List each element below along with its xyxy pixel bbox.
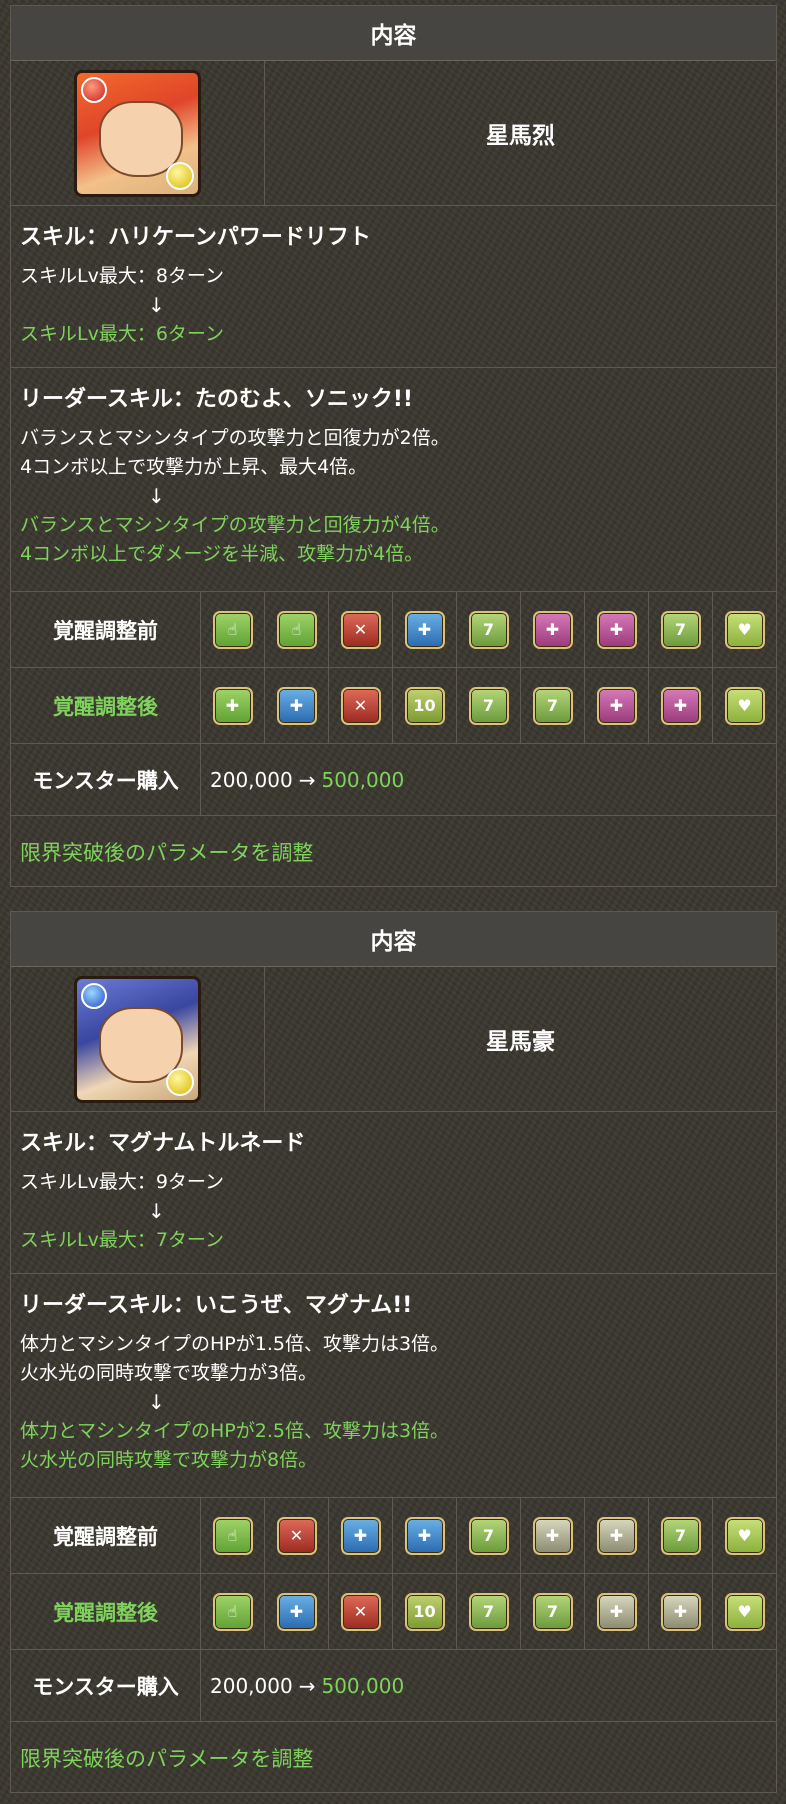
seven-combo-icon: 7 [468,610,509,649]
skill-after: スキルLv最大：7ターン [20,1229,224,1251]
change-arrow: ↓ [148,484,165,508]
monster-name: 星馬烈 [486,123,555,149]
awaken-after-label: 覚醒調整後 [11,1574,201,1649]
monster-card: 内容 星馬烈 スキル：ハリケーンパワードリフト スキルLv最大：8ターン ↓ ス… [10,5,777,887]
card-header: 内容 [11,6,776,61]
seven-combo-icon: 7 [660,1516,701,1555]
card-header: 内容 [11,912,776,967]
monster-card: 内容 星馬豪 スキル：マグナムトルネード スキルLv最大：9ターン ↓ スキルL… [10,911,777,1793]
leader-skill-section: リーダースキル：いこうぜ、マグナム!! 体力とマシンタイプのHPが1.5倍、攻撃… [11,1274,776,1498]
buy-before: 200,000 [210,767,293,792]
skill-boost-icon: ☝ [212,1592,253,1631]
ten-combo-icon: 10 [404,686,445,725]
leader-before-line: 火水光の同時攻撃で攻撃力が3倍。 [20,1362,318,1384]
monster-name: 星馬豪 [486,1029,555,1055]
limit-break-note: 限界突破後のパラメータを調整 [20,841,314,865]
buy-before: 200,000 [210,1673,293,1698]
monster-buy-row: モンスター購入 200,000 → 500,000 [11,744,776,816]
change-arrow: ↓ [148,1199,165,1223]
light-attribute-icon [166,1067,194,1096]
team-skill-boost-icon: ✚ [596,610,637,649]
leader-skill-title: リーダースキル：たのむよ、ソニック!! [20,387,413,412]
awaken-before-row: 覚醒調整前 ☝ ✕ ✚ ✚ 7 ✚ ✚ 7 ♥ [11,1498,776,1574]
team-skill-boost-icon: ✚ [532,610,573,649]
seven-combo-icon: 7 [468,1592,509,1631]
team-skill-boost-icon: ✚ [596,686,637,725]
change-arrow: ↓ [148,1390,165,1414]
leader-after-line: 4コンボ以上でダメージを半減、攻撃力が4倍。 [20,543,424,565]
bind-resist-icon: ✕ [276,1516,317,1555]
skill-boost-plus-icon: ✚ [212,686,253,725]
monster-avatar[interactable] [74,69,201,197]
seven-combo-icon: 7 [660,610,701,649]
seven-combo-icon: 7 [532,1592,573,1631]
skill-section: スキル：ハリケーンパワードリフト スキルLv最大：8ターン ↓ スキルLv最大：… [11,206,776,368]
light-attribute-icon [166,161,194,190]
bind-resist-icon: ✕ [340,686,381,725]
buy-value: 200,000 → 500,000 [201,744,776,815]
skill-after: スキルLv最大：6ターン [20,323,224,345]
skill-before: スキルLv最大：9ターン [20,1171,224,1193]
buy-label: モンスター購入 [11,1650,201,1721]
heart-icon: ♥ [724,1592,765,1631]
awaken-before-row: 覚醒調整前 ☝ ☝ ✕ ✚ 7 ✚ ✚ 7 ♥ [11,592,776,668]
seven-combo-icon: 7 [468,686,509,725]
monster-row: 星馬烈 [11,61,776,206]
skill-boost-plus-icon: ✚ [404,610,445,649]
heart-icon: ♥ [724,1516,765,1555]
awaken-after-label: 覚醒調整後 [11,668,201,743]
skill-boost-plus-icon: ✚ [276,686,317,725]
leader-skill-title: リーダースキル：いこうぜ、マグナム!! [20,1293,413,1318]
buy-value: 200,000 → 500,000 [201,1650,776,1721]
skill-boost-icon: ☝ [276,610,317,649]
heart-icon: ♥ [724,686,765,725]
seven-combo-icon: 7 [532,686,573,725]
leader-after-line: 火水光の同時攻撃で攻撃力が8倍。 [20,1449,318,1471]
leader-skill-section: リーダースキル：たのむよ、ソニック!! バランスとマシンタイプの攻撃力と回復力が… [11,368,776,592]
buy-after: 500,000 [321,767,405,792]
skill-boost-icon: ☝ [212,1516,253,1555]
team-skill-boost-icon: ✚ [532,1516,573,1555]
skill-boost-plus-icon: ✚ [404,1516,445,1555]
leader-after-line: 体力とマシンタイプのHPが2.5倍、攻撃力は3倍。 [20,1420,450,1442]
seven-combo-icon: 7 [468,1516,509,1555]
buy-arrow: → [298,1673,316,1698]
heart-icon: ♥ [724,610,765,649]
skill-title: スキル：ハリケーンパワードリフト [20,225,371,250]
skill-boost-icon: ☝ [212,610,253,649]
awaken-before-label: 覚醒調整前 [11,592,201,667]
ten-combo-icon: 10 [404,1592,445,1631]
monster-avatar[interactable] [74,975,201,1103]
skill-section: スキル：マグナムトルネード スキルLv最大：9ターン ↓ スキルLv最大：7ター… [11,1112,776,1274]
bind-resist-icon: ✕ [340,610,381,649]
skill-boost-plus-icon: ✚ [340,1516,381,1555]
awaken-after-row: 覚醒調整後 ☝ ✚ ✕ 10 7 7 ✚ ✚ ♥ [11,1574,776,1650]
leader-before-line: 4コンボ以上で攻撃力が上昇、最大4倍。 [20,456,368,478]
team-skill-boost-icon: ✚ [660,686,701,725]
awaken-before-label: 覚醒調整前 [11,1498,201,1573]
skill-boost-plus-icon: ✚ [276,1592,317,1631]
buy-arrow: → [298,767,316,792]
team-skill-boost-icon: ✚ [660,1592,701,1631]
team-skill-boost-icon: ✚ [596,1592,637,1631]
skill-title: スキル：マグナムトルネード [20,1131,306,1156]
leader-before-line: バランスとマシンタイプの攻撃力と回復力が2倍。 [20,427,450,449]
leader-before-line: 体力とマシンタイプのHPが1.5倍、攻撃力は3倍。 [20,1333,450,1355]
change-arrow: ↓ [148,293,165,317]
awaken-after-row: 覚醒調整後 ✚ ✚ ✕ 10 7 7 ✚ ✚ ♥ [11,668,776,744]
limit-break-note: 限界突破後のパラメータを調整 [20,1747,314,1771]
water-attribute-icon [81,982,107,1009]
bind-resist-icon: ✕ [340,1592,381,1631]
skill-before: スキルLv最大：8ターン [20,265,224,287]
fire-attribute-icon [81,76,107,103]
team-skill-boost-icon: ✚ [596,1516,637,1555]
buy-label: モンスター購入 [11,744,201,815]
buy-after: 500,000 [321,1673,405,1698]
monster-buy-row: モンスター購入 200,000 → 500,000 [11,1650,776,1722]
monster-row: 星馬豪 [11,967,776,1112]
leader-after-line: バランスとマシンタイプの攻撃力と回復力が4倍。 [20,514,450,536]
